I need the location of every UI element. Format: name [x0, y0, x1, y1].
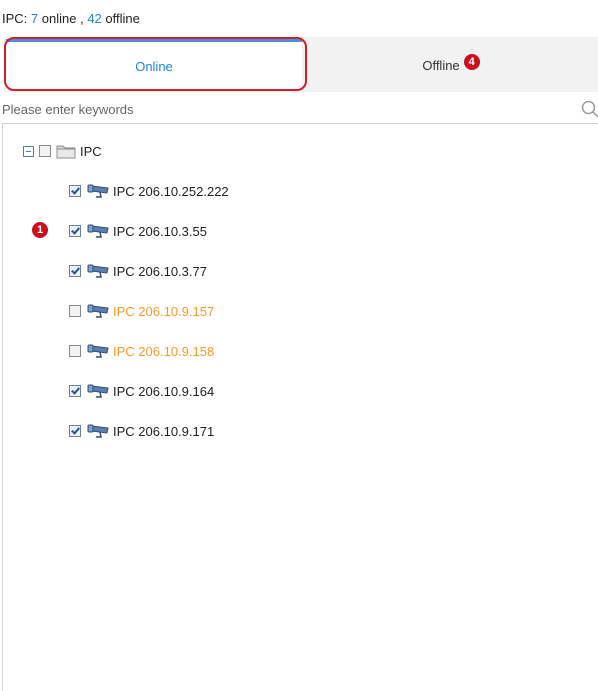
tab-bar: Online Offline 4 — [4, 37, 598, 92]
offline-word: offline — [105, 11, 140, 26]
tab-offline[interactable]: Offline 4 — [304, 39, 598, 91]
device-tree: IPC IPC 206.10.252.222 IPC 206.10.3.55 IPC… — [2, 124, 598, 691]
tree-item-label: IPC 206.10.3.77 — [113, 263, 207, 279]
tree-item[interactable]: IPC 206.10.9.157 — [69, 300, 214, 322]
tree-item-label: IPC 206.10.3.55 — [113, 223, 207, 239]
item-checkbox[interactable] — [69, 265, 81, 277]
tab-online[interactable]: Online — [6, 39, 302, 91]
search-bar — [2, 96, 598, 124]
online-count: 7 — [30, 11, 39, 26]
tree-item[interactable]: IPC 206.10.3.55 — [69, 220, 207, 242]
item-checkbox[interactable] — [69, 425, 81, 437]
item-checkbox[interactable] — [69, 305, 81, 317]
camera-icon — [87, 304, 109, 318]
tree-root[interactable]: IPC — [23, 140, 102, 162]
tree-item-label: IPC 206.10.9.158 — [113, 343, 215, 359]
item-checkbox[interactable] — [69, 225, 81, 237]
camera-icon — [87, 264, 109, 278]
collapse-icon[interactable] — [23, 145, 34, 157]
item-checkbox[interactable] — [69, 185, 81, 197]
tree-item-label: IPC 206.10.9.157 — [113, 303, 215, 319]
tab-offline-label: Offline — [422, 57, 460, 73]
tree-item[interactable]: IPC 206.10.9.158 — [69, 340, 214, 362]
tree-item[interactable]: IPC 206.10.252.222 — [69, 180, 229, 202]
root-checkbox[interactable] — [39, 145, 51, 157]
search-input[interactable] — [2, 96, 562, 122]
camera-icon — [87, 424, 109, 438]
camera-icon — [87, 344, 109, 358]
item-marker: 1 — [32, 222, 48, 238]
offline-tab-marker: 4 — [463, 54, 480, 70]
device-status-summary: IPC: 7 online , 42 offline — [2, 11, 140, 26]
tree-root-label: IPC — [80, 143, 102, 159]
tree-item-label: IPC 206.10.9.164 — [113, 383, 215, 399]
offline-count: 42 — [87, 11, 102, 26]
item-checkbox[interactable] — [69, 345, 81, 357]
folder-icon — [56, 145, 76, 158]
status-prefix: IPC: — [2, 11, 28, 26]
tab-online-label: Online — [135, 59, 173, 74]
camera-icon — [87, 224, 109, 238]
camera-icon — [87, 184, 109, 198]
tree-item[interactable]: IPC 206.10.9.164 — [69, 380, 214, 402]
camera-icon — [87, 384, 109, 398]
item-checkbox[interactable] — [69, 385, 81, 397]
tree-item[interactable]: IPC 206.10.9.171 — [69, 420, 214, 442]
tree-item-label: IPC 206.10.252.222 — [113, 183, 229, 199]
tree-item-label: IPC 206.10.9.171 — [113, 423, 215, 439]
online-word: online , — [41, 11, 84, 26]
search-icon[interactable] — [580, 99, 598, 119]
tree-item[interactable]: IPC 206.10.3.77 — [69, 260, 207, 282]
